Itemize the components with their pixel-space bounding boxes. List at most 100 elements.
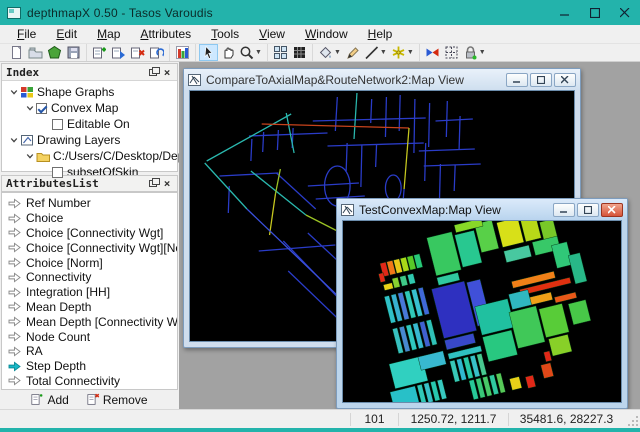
attribute-arrow-icon — [8, 301, 21, 312]
zoom-tool-button[interactable]: ▼ — [237, 44, 264, 61]
index-panel: Index × Shape GraphsConvex MapEditable O… — [1, 63, 178, 172]
float-panel-icon[interactable] — [147, 66, 159, 78]
application-window: depthmapX 0.50 - Tasos Varoudis FileEdit… — [0, 0, 640, 432]
fill-tool-dropdown-icon[interactable]: ▼ — [334, 49, 341, 56]
attribute-label: Node Count — [26, 330, 90, 344]
chevron-down-icon[interactable] — [8, 86, 20, 98]
map-new-button[interactable] — [90, 44, 109, 61]
chevron-down-icon[interactable] — [24, 102, 36, 114]
select-tool-button[interactable] — [199, 44, 218, 61]
attribute-arrow-icon — [8, 287, 21, 298]
minimize-button[interactable] — [550, 0, 580, 25]
menu-item-attributes[interactable]: Attributes — [131, 26, 200, 42]
new-file-button[interactable] — [7, 44, 26, 61]
convex-window-titlebar[interactable]: TestConvexMap:Map View — [337, 199, 627, 220]
checkbox-unchecked[interactable] — [52, 119, 63, 130]
resize-grip[interactable] — [624, 412, 640, 428]
child-close-button[interactable] — [554, 73, 576, 87]
menu-item-map[interactable]: Map — [88, 26, 129, 42]
child-close-button[interactable] — [601, 203, 623, 217]
attribute-label: Choice [Connectivity Wgt][Norm] — [26, 241, 178, 255]
tree-item-drawing-layers[interactable]: Drawing Layers — [2, 132, 177, 148]
window-title: depthmapX 0.50 - Tasos Varoudis — [27, 6, 213, 20]
zoom-tool-dropdown-icon[interactable]: ▼ — [255, 49, 262, 56]
map-convert-button[interactable] — [147, 44, 166, 61]
checkbox-unchecked[interactable] — [52, 167, 63, 178]
menu-item-edit[interactable]: Edit — [47, 26, 86, 42]
tree-item-label: C:/Users/C/Desktop/Dept... — [53, 149, 198, 163]
float-panel-icon[interactable] — [147, 178, 159, 190]
attribute-item-connectivity[interactable]: Connectivity — [2, 270, 177, 285]
child-maximize-button[interactable] — [530, 73, 552, 87]
attribute-item-integration-hh[interactable]: Integration [HH] — [2, 285, 177, 300]
attribute-item-mean-depth-connectivity-wgt[interactable]: Mean Depth [Connectivity Wgt] — [2, 314, 177, 329]
axial-tool-button[interactable]: ▼ — [389, 44, 416, 61]
open-file-button[interactable] — [26, 44, 45, 61]
axial-window-titlebar[interactable]: CompareToAxialMap&RouteNetwork2:Map View — [184, 69, 580, 90]
attribute-item-mean-depth[interactable]: Mean Depth — [2, 300, 177, 315]
attribute-label: Mean Depth [Connectivity Wgt] — [26, 315, 178, 329]
maximize-button[interactable] — [580, 0, 610, 25]
tree-item-c-users-c-desktop-dept[interactable]: C:/Users/C/Desktop/Dept... — [2, 148, 177, 164]
attribute-item-step-depth[interactable]: Step Depth — [2, 359, 177, 374]
menu-item-window[interactable]: Window — [296, 26, 357, 42]
checkbox-checked[interactable] — [36, 103, 47, 114]
menu-item-view[interactable]: View — [250, 26, 294, 42]
chevron-down-icon[interactable] — [24, 150, 36, 162]
select-tool-icon — [201, 45, 216, 60]
line-tool-dropdown-icon[interactable]: ▼ — [380, 49, 387, 56]
close-button[interactable] — [610, 0, 640, 25]
child-minimize-button[interactable] — [506, 73, 528, 87]
close-panel-icon[interactable]: × — [161, 178, 173, 190]
tree-item-label: Editable On — [67, 117, 130, 131]
pixel-grid-button[interactable] — [290, 44, 309, 61]
attribute-arrow-icon — [8, 272, 21, 283]
attribute-item-total-connectivity[interactable]: Total Connectivity — [2, 374, 177, 389]
menu-item-help[interactable]: Help — [359, 26, 402, 42]
grid-select-button[interactable] — [442, 44, 461, 61]
lock-tool-dropdown-icon[interactable]: ▼ — [479, 49, 486, 56]
add-icon — [31, 393, 44, 406]
save-button[interactable] — [64, 44, 83, 61]
map-delete-button[interactable] — [128, 44, 147, 61]
attribute-label: Step Depth — [26, 359, 86, 373]
map-push-button[interactable] — [109, 44, 128, 61]
convex-map-canvas[interactable] — [342, 220, 622, 403]
titlebar[interactable]: depthmapX 0.50 - Tasos Varoudis — [0, 0, 640, 25]
color-range-button[interactable] — [173, 44, 192, 61]
attribute-label: Choice — [26, 211, 63, 225]
remove-attribute-button[interactable]: Remove — [87, 393, 148, 407]
menu-item-file[interactable]: File — [8, 26, 45, 42]
attribute-label: Connectivity — [26, 270, 91, 284]
attribute-item-choice-connectivity-wgt[interactable]: Choice [Connectivity Wgt] — [2, 226, 177, 241]
tree-item-shape-graphs[interactable]: Shape Graphs — [2, 84, 177, 100]
attributes-panel-title: AttributesList — [6, 177, 99, 190]
menu-item-tools[interactable]: Tools — [202, 26, 248, 42]
attribute-item-choice-connectivity-wgt-norm[interactable]: Choice [Connectivity Wgt][Norm] — [2, 240, 177, 255]
lock-tool-button[interactable]: ▼ — [461, 44, 488, 61]
pan-tool-button[interactable] — [218, 44, 237, 61]
line-tool-button[interactable]: ▼ — [362, 44, 389, 61]
join-tool-icon — [425, 45, 440, 60]
attribute-item-ra[interactable]: RA — [2, 344, 177, 359]
axial-tool-dropdown-icon[interactable]: ▼ — [407, 49, 414, 56]
chevron-down-icon[interactable] — [8, 134, 20, 146]
child-maximize-button[interactable] — [577, 203, 599, 217]
tile-windows-button[interactable] — [271, 44, 290, 61]
tree-item-convex-map[interactable]: Convex Map — [2, 100, 177, 116]
attribute-item-choice-norm[interactable]: Choice [Norm] — [2, 255, 177, 270]
attribute-item-choice[interactable]: Choice — [2, 211, 177, 226]
join-tool-button[interactable] — [423, 44, 442, 61]
open-map-button[interactable] — [45, 44, 64, 61]
attribute-item-ref-number[interactable]: Ref Number — [2, 196, 177, 211]
open-file-icon — [28, 45, 43, 60]
tree-item-editable-on[interactable]: Editable On — [2, 116, 177, 132]
axial-window-title: CompareToAxialMap&RouteNetwork2:Map View — [206, 73, 464, 87]
pencil-tool-button[interactable] — [343, 44, 362, 61]
add-attribute-button[interactable]: Add — [31, 393, 68, 407]
attribute-item-node-count[interactable]: Node Count — [2, 329, 177, 344]
child-minimize-button[interactable] — [553, 203, 575, 217]
index-panel-header: Index × — [2, 64, 177, 81]
fill-tool-button[interactable]: ▼ — [316, 44, 343, 61]
close-panel-icon[interactable]: × — [161, 66, 173, 78]
